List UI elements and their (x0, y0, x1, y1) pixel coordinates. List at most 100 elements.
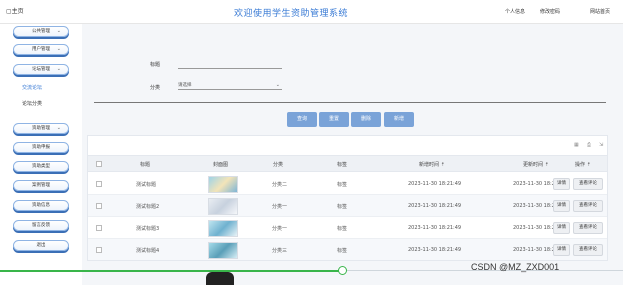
top-bar: ▢主页 欢迎使用学生资助管理系统 个人信息 修改密码 网站首页 (0, 0, 623, 24)
delete-button[interactable]: 删除 (351, 112, 381, 127)
cell-category: 分类一 (272, 226, 288, 232)
change-password-link[interactable]: 修改密码 (540, 8, 560, 15)
chevron-down-icon: ⌄ (56, 125, 61, 131)
cell-updated: 2023-11-30 18:2 (513, 247, 555, 253)
column-header-actions[interactable]: 操作 ⇡ (575, 161, 591, 168)
sidebar-item-label: 资助申报 (32, 145, 50, 150)
sidebar-item-forum[interactable]: 论坛管理 ⌄ (13, 64, 69, 75)
table-row: 测试标题3 分类一 标签 2023-11-30 18:21:49 2023-11-30 … (88, 217, 607, 239)
cell-created: 2023-11-30 18:21:49 (408, 247, 462, 253)
sidebar-item-aid-manage[interactable]: 资助管理 ⌄ (13, 123, 69, 134)
sidebar-item-aid-type[interactable]: 资助类型 (13, 161, 69, 172)
column-header-created[interactable]: 新增时间 ⇡ (419, 161, 445, 168)
sidebar-item-label: 案例管理 (32, 183, 50, 188)
sidebar-item-label: 论坛管理 (32, 67, 50, 72)
sidebar-item-label: 公共管理 (32, 29, 50, 34)
table-row: 测试标题 分类二 标签 2023-11-30 18:21:49 2023-11-30 1… (88, 173, 607, 195)
sidebar-item-aid-info[interactable]: 资助信息 (13, 200, 69, 211)
column-header-category[interactable]: 分类 (273, 161, 283, 168)
sidebar-item-forum-category[interactable]: 论坛分类 (22, 100, 42, 107)
detail-button[interactable]: 详情 (553, 222, 570, 234)
page-title: 欢迎使用学生资助管理系统 (234, 9, 349, 19)
search-button[interactable]: 查询 (287, 112, 317, 127)
cell-updated: 2023-11-30 18:2 (513, 181, 555, 187)
column-header-title[interactable]: 标题 (140, 161, 150, 168)
chevron-down-icon: ⌄ (56, 28, 61, 34)
watermark: CSDN @MZ_ZXD001 (471, 262, 560, 272)
column-header-cover[interactable]: 封面图 (213, 161, 228, 168)
sidebar-item-label: 资助管理 (32, 126, 50, 131)
progress-track-filled (0, 270, 343, 272)
cell-created: 2023-11-30 18:21:49 (408, 203, 462, 209)
title-input[interactable] (178, 61, 282, 69)
cover-image (208, 220, 238, 237)
divider (94, 102, 606, 103)
sidebar-item-cases[interactable]: 案例管理 (13, 180, 69, 191)
sidebar-item-label: 资助类型 (32, 164, 50, 169)
table-header: 标题 封面图 分类 标签 新增时间 ⇡ 更新时间 ⇡ 操作 ⇡ (88, 155, 607, 172)
table-row: 测试标题2 分类一 标签 2023-11-30 18:21:49 2023-11-30 … (88, 195, 607, 217)
column-header-updated[interactable]: 更新时间 ⇡ (523, 161, 549, 168)
cell-category: 分类一 (272, 204, 288, 210)
chevron-down-icon: ⌄ (275, 82, 280, 88)
home-link[interactable]: ▢主页 (6, 6, 24, 15)
detail-button[interactable]: 详情 (553, 244, 570, 256)
cell-title: 测试标题 (136, 182, 157, 188)
reset-button[interactable]: 重置 (319, 112, 349, 127)
table-row: 测试标题4 分类三 标签 2023-11-30 18:21:49 2023-11-30 … (88, 239, 607, 260)
cell-title: 测试标题3 (136, 226, 160, 232)
view-comments-button[interactable]: 查看评论 (573, 222, 603, 234)
row-checkbox[interactable] (96, 203, 102, 209)
cover-image (208, 176, 238, 193)
sidebar-item-common[interactable]: 公共管理 ⌄ (13, 26, 69, 37)
view-comments-button[interactable]: 查看评论 (573, 178, 603, 190)
sidebar-item-aid-apply[interactable]: 资助申报 (13, 142, 69, 153)
row-checkbox[interactable] (96, 181, 102, 187)
user-info-link[interactable]: 个人信息 (505, 8, 525, 15)
sidebar-item-feedback[interactable]: 留言反馈 (13, 220, 69, 231)
cell-updated: 2023-11-30 18:2 (513, 225, 555, 231)
sidebar-item-logout[interactable]: 退出 (13, 240, 69, 251)
chevron-down-icon: ⌄ (56, 46, 61, 52)
cell-created: 2023-11-30 18:21:49 (408, 181, 462, 187)
title-label: 标题 (150, 62, 161, 68)
cell-category: 分类二 (272, 182, 288, 188)
row-checkbox[interactable] (96, 247, 102, 253)
print-icon[interactable]: ⎙ (587, 142, 591, 148)
progress-handle[interactable] (338, 266, 347, 275)
add-button[interactable]: 新增 (384, 112, 414, 127)
detail-button[interactable]: 详情 (553, 200, 570, 212)
category-select[interactable]: 请选择 ⌄ (178, 82, 282, 90)
cell-tag: 标签 (337, 248, 348, 254)
avatar (206, 272, 234, 285)
site-home-link[interactable]: 网站首页 (590, 8, 610, 15)
column-header-tag[interactable]: 标签 (337, 161, 347, 168)
sidebar-item-label: 退出 (36, 243, 46, 248)
data-table: ▦ ⎙ ⇲ 标题 封面图 分类 标签 新增时间 ⇡ 更新时间 ⇡ 操作 ⇡ 测试… (87, 135, 608, 261)
category-label: 分类 (150, 85, 161, 91)
sidebar-item-users[interactable]: 用户管理 ⌄ (13, 44, 69, 55)
cell-tag: 标签 (337, 226, 348, 232)
row-checkbox[interactable] (96, 225, 102, 231)
export-icon[interactable]: ⇲ (599, 142, 603, 148)
cell-tag: 标签 (337, 182, 348, 188)
select-all-checkbox[interactable] (96, 161, 102, 167)
cover-image (208, 242, 238, 259)
sidebar-item-label: 用户管理 (32, 47, 50, 52)
sidebar-item-label: 资助信息 (32, 203, 50, 208)
sidebar: 公共管理 ⌄ 用户管理 ⌄ 论坛管理 ⌄ 交流论坛 论坛分类 资助管理 ⌄ 资助… (0, 24, 82, 285)
cell-title: 测试标题2 (136, 204, 160, 210)
cell-title: 测试标题4 (136, 248, 160, 254)
cell-created: 2023-11-30 18:21:49 (408, 225, 462, 231)
sidebar-item-forum-board[interactable]: 交流论坛 (22, 84, 42, 91)
view-comments-button[interactable]: 查看评论 (573, 244, 603, 256)
cell-tag: 标签 (337, 204, 348, 210)
detail-button[interactable]: 详情 (553, 178, 570, 190)
cell-updated: 2023-11-30 18:2 (513, 203, 555, 209)
cell-category: 分类三 (272, 248, 288, 254)
chevron-down-icon: ⌄ (56, 66, 61, 72)
grid-icon[interactable]: ▦ (574, 142, 579, 148)
category-select-value: 请选择 (178, 83, 192, 88)
view-comments-button[interactable]: 查看评论 (573, 200, 603, 212)
sidebar-item-label: 留言反馈 (32, 223, 50, 228)
